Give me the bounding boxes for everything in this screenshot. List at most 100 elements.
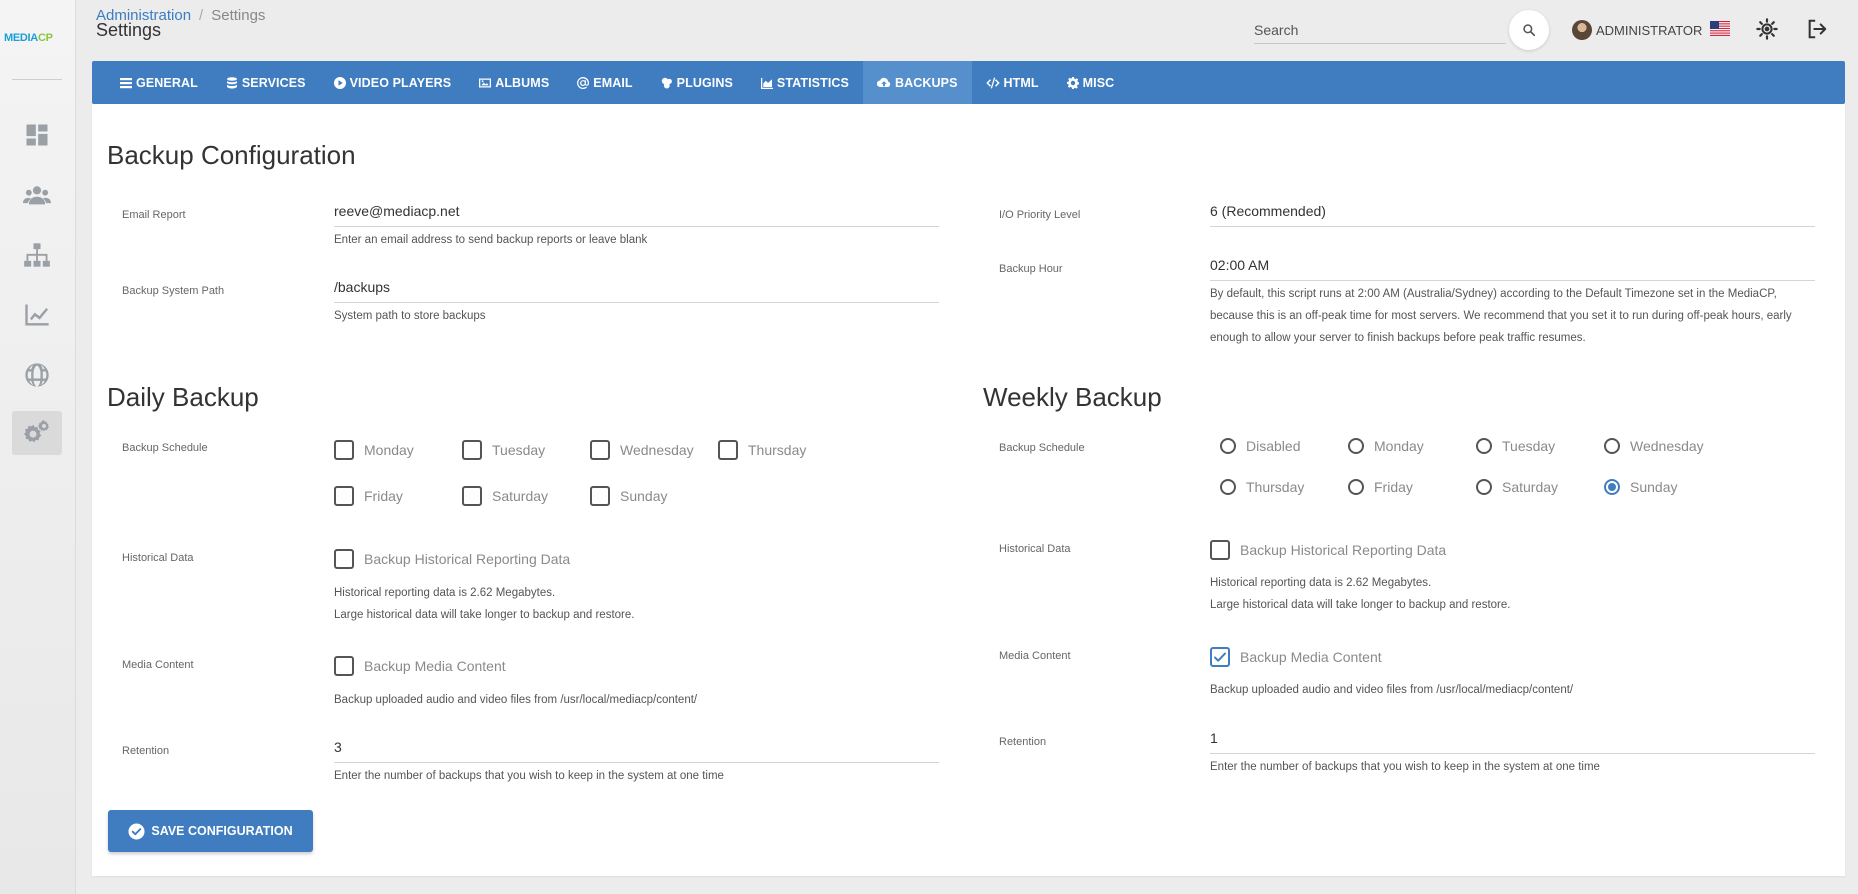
breadcrumb-separator: / (199, 7, 204, 24)
sitemap-icon (24, 243, 50, 267)
weekly-option-sunday[interactable]: Sunday (1604, 479, 1677, 495)
logo-part-cp: CP (37, 32, 53, 44)
check-circle-icon (128, 822, 145, 840)
daily-historical-option[interactable]: Backup Historical Reporting Data (334, 549, 570, 569)
daily-historical-checkbox[interactable] (334, 549, 354, 569)
option-label: Sunday (620, 488, 668, 504)
tab-statistics[interactable]: STATISTICS (747, 61, 863, 104)
sidebar-item-statistics[interactable] (12, 293, 62, 337)
weekly-option-friday[interactable]: Friday (1348, 479, 1413, 495)
weekly-retention-help: Enter the number of backups that you wis… (1210, 761, 1600, 773)
logo-part-media: MEDIA (4, 32, 38, 44)
email-report-help: Enter an email address to send backup re… (334, 234, 648, 246)
sidebar-item-dashboard[interactable] (12, 113, 62, 157)
daily-day-sunday[interactable]: Sunday (590, 486, 667, 506)
daily-day-monday[interactable]: Monday (334, 440, 414, 460)
cogs-icon (23, 420, 50, 443)
daily-media-checkbox[interactable] (334, 656, 354, 676)
weekly-historical-checkbox[interactable] (1210, 540, 1230, 560)
save-configuration-button[interactable]: SAVE CONFIGURATION (108, 810, 313, 852)
weekly-option-saturday[interactable]: Saturday (1476, 479, 1558, 495)
tab-misc[interactable]: MISC (1053, 61, 1129, 104)
daily-thursday-checkbox[interactable] (718, 440, 738, 460)
backup-configuration-heading: Backup Configuration (107, 140, 356, 170)
daily-media-option[interactable]: Backup Media Content (334, 656, 506, 676)
tab-albums[interactable]: ALBUMS (465, 61, 563, 104)
logout-icon[interactable] (1806, 18, 1828, 40)
user-menu[interactable]: ADMINISTRATOR (1572, 20, 1702, 40)
sidebar-item-settings[interactable] (12, 411, 62, 455)
tab-email[interactable]: EMAIL (563, 61, 646, 104)
backup-hour-select[interactable]: 02:00 AM (1210, 255, 1815, 281)
option-label: Monday (1374, 438, 1424, 454)
dashboard-icon (26, 124, 48, 146)
search-input[interactable] (1254, 16, 1506, 43)
sidebar-item-users[interactable] (12, 173, 62, 217)
sidebar-item-network[interactable] (12, 353, 62, 397)
daily-day-saturday[interactable]: Saturday (462, 486, 548, 506)
daily-saturday-checkbox[interactable] (462, 486, 482, 506)
email-report-field[interactable]: reeve@mediacp.net (334, 201, 939, 227)
daily-historical-help: Historical reporting data is 2.62 Megaby… (334, 582, 634, 626)
daily-friday-checkbox[interactable] (334, 486, 354, 506)
daily-day-tuesday[interactable]: Tuesday (462, 440, 545, 460)
weekly-option-monday[interactable]: Monday (1348, 438, 1424, 454)
option-label: Tuesday (1502, 438, 1556, 454)
io-priority-select[interactable]: 6 (Recommended) (1210, 201, 1815, 227)
weekly-thursday-radio[interactable] (1220, 479, 1236, 495)
weekly-media-checkbox[interactable] (1210, 647, 1230, 667)
weekly-retention-label: Retention (999, 736, 1047, 748)
users-icon (23, 186, 51, 205)
weekly-option-wednesday[interactable]: Wednesday (1604, 438, 1704, 454)
search-button[interactable] (1509, 10, 1549, 50)
page-title: Settings (96, 20, 162, 40)
daily-monday-checkbox[interactable] (334, 440, 354, 460)
daily-sunday-checkbox[interactable] (590, 486, 610, 506)
weekly-media-help: Backup uploaded audio and video files fr… (1210, 684, 1574, 696)
us-flag-icon[interactable] (1710, 21, 1730, 36)
weekly-historical-option[interactable]: Backup Historical Reporting Data (1210, 540, 1446, 560)
sidebar-item-sitemap[interactable] (12, 233, 62, 277)
daily-day-thursday[interactable]: Thursday (718, 440, 806, 460)
code-icon (985, 77, 1000, 88)
weekly-backup-heading: Weekly Backup (983, 382, 1162, 412)
weekly-tuesday-radio[interactable] (1476, 438, 1492, 454)
tab-label: STATISTICS (776, 75, 849, 90)
weekly-wednesday-radio[interactable] (1604, 438, 1620, 454)
weekly-media-option[interactable]: Backup Media Content (1210, 647, 1382, 667)
weekly-saturday-radio[interactable] (1476, 479, 1492, 495)
weekly-disabled-radio[interactable] (1220, 438, 1236, 454)
weekly-historical-help: Historical reporting data is 2.62 Megaby… (1210, 572, 1510, 616)
mediacp-logo[interactable]: MEDIA CP (4, 30, 72, 46)
tab-label: VIDEO PLAYERS (349, 75, 452, 90)
daily-day-friday[interactable]: Friday (334, 486, 403, 506)
theme-toggle-icon[interactable] (1756, 18, 1778, 40)
backup-path-field[interactable]: /backups (334, 277, 939, 303)
at-icon (577, 76, 590, 89)
weekly-option-tuesday[interactable]: Tuesday (1476, 438, 1555, 454)
tab-services[interactable]: SERVICES (212, 61, 320, 104)
weekly-monday-radio[interactable] (1348, 438, 1364, 454)
weekly-sunday-radio[interactable] (1604, 479, 1620, 495)
weekly-friday-radio[interactable] (1348, 479, 1364, 495)
tab-plugins[interactable]: PLUGINS (647, 61, 747, 104)
play-circle-icon (333, 76, 346, 89)
tab-video-players[interactable]: VIDEO PLAYERS (320, 61, 466, 104)
backups-settings-panel: Backup Configuration Email Report reeve@… (92, 104, 1845, 876)
daily-retention-field[interactable]: 3 (334, 737, 939, 763)
daily-day-wednesday[interactable]: Wednesday (590, 440, 694, 460)
daily-wednesday-checkbox[interactable] (590, 440, 610, 460)
tab-label: MISC (1082, 75, 1115, 90)
tab-label: EMAIL (593, 75, 633, 90)
daily-tuesday-checkbox[interactable] (462, 440, 482, 460)
tab-backups[interactable]: BACKUPS (863, 61, 972, 104)
weekly-retention-field[interactable]: 1 (1210, 728, 1815, 754)
weekly-option-thursday[interactable]: Thursday (1220, 479, 1304, 495)
option-label: Saturday (492, 488, 549, 504)
tab-html[interactable]: HTML (972, 61, 1053, 104)
weekly-option-disabled[interactable]: Disabled (1220, 438, 1300, 454)
tab-label: SERVICES (241, 75, 306, 90)
daily-retention-help: Enter the number of backups that you wis… (334, 770, 724, 782)
tab-general[interactable]: GENERAL (106, 61, 212, 104)
option-label: Backup Historical Reporting Data (1240, 542, 1447, 558)
